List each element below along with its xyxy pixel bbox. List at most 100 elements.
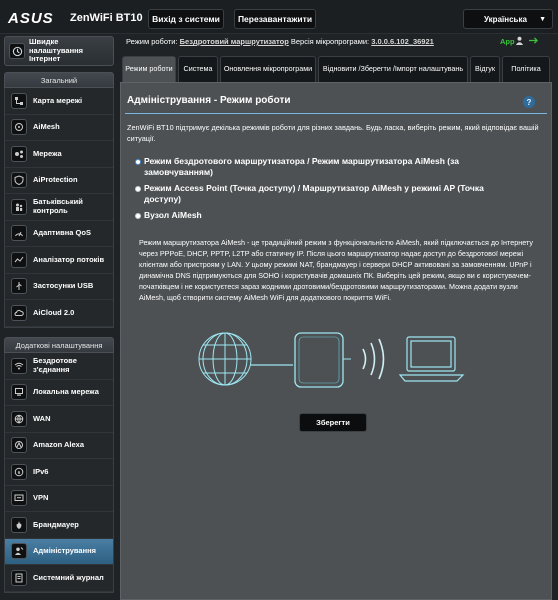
sidebar-item-system-log[interactable]: Системний журнал (5, 565, 113, 592)
quick-setup-label: Швидке налаштування Інтернет (29, 37, 84, 64)
language-value: Українська (484, 14, 527, 24)
sidebar-item-label: Карта мережі (33, 95, 83, 105)
radio-button[interactable] (135, 185, 141, 192)
advanced-nav: Бездротове з'єднання Локальна мережа WAN… (4, 353, 114, 593)
svg-text:6: 6 (18, 470, 21, 475)
top-bar: ASUS ZenWiFi BT10 Вихід з системи Переза… (0, 0, 558, 34)
main-panel: Адміністрування - Режим роботи ? ZenWiFi… (120, 82, 552, 600)
wireless-icon (11, 357, 27, 374)
model-name: ZenWiFi BT10 (70, 12, 143, 24)
sidebar-item-label: Бездротове з'єднання (33, 356, 77, 374)
aimesh-icon (11, 119, 27, 136)
sidebar-item-wireless[interactable]: Бездротове з'єднання (5, 353, 113, 380)
tab-system[interactable]: Система (178, 56, 218, 82)
sidebar-item-parental-control[interactable]: Батьківський контроль (5, 194, 113, 221)
sidebar-item-label: AiMesh (33, 122, 60, 131)
firmware-label: Версія мікропрограми: (290, 37, 370, 46)
tab-feedback[interactable]: Відгук (470, 56, 500, 82)
alexa-icon (11, 437, 27, 454)
aiprotection-icon (11, 172, 27, 189)
chevron-down-icon: ▼ (539, 15, 546, 23)
apply-button[interactable]: Зберегти (299, 413, 367, 432)
aicloud-icon (11, 304, 27, 321)
sidebar-item-usb[interactable]: Застосунки USB (5, 274, 113, 300)
sidebar-item-administration[interactable]: Адміністрування (5, 538, 113, 565)
help-icon[interactable]: ? (523, 96, 535, 108)
sidebar: Швидке налаштування Інтернет Загальний К… (0, 34, 120, 600)
sidebar-item-vpn[interactable]: VPN (5, 486, 113, 512)
mode-link[interactable]: Бездротовий маршрутизатор (180, 37, 289, 46)
logout-button[interactable]: Вихід з системи (148, 9, 224, 29)
sidebar-item-ipv6[interactable]: 6 IPv6 (5, 459, 113, 486)
firmware-link[interactable]: 3.0.0.6.102_36921 (371, 37, 434, 46)
tab-firmware-upgrade[interactable]: Оновлення мікропрограми (220, 56, 316, 82)
sidebar-item-label: Amazon Alexa (33, 440, 84, 449)
tab-operation-mode[interactable]: Режим роботи (122, 56, 176, 82)
tab-restore-save-upload[interactable]: Відновити /Зберегти /Імпорт налаштувань (318, 56, 468, 82)
app-label[interactable]: App (500, 37, 515, 46)
page-title: Адміністрування - Режим роботи (127, 95, 291, 106)
language-select[interactable]: Українська ▼ (463, 9, 553, 29)
mode-illustration (198, 332, 465, 388)
router-icon (294, 332, 344, 388)
mode-label: Режим роботи: (126, 37, 178, 46)
traffic-analyzer-icon (11, 251, 27, 268)
wifi-waves-icon (362, 338, 385, 380)
sidebar-item-network-map[interactable]: Карта мережі (5, 88, 113, 115)
parental-control-icon (11, 198, 27, 215)
reboot-button[interactable]: Перезавантажити (234, 9, 316, 29)
sidebar-item-aicloud[interactable]: AiCloud 2.0 (5, 300, 113, 327)
sidebar-item-aiprotection[interactable]: AiProtection (5, 168, 113, 194)
vpn-icon (11, 490, 27, 507)
network-map-icon (11, 92, 27, 109)
tab-policy[interactable]: Політика (502, 56, 550, 82)
system-log-icon (11, 569, 27, 586)
general-nav: Карта мережі AiMesh Мережа AiProtection … (4, 88, 114, 328)
firewall-icon (11, 516, 27, 533)
user-icon[interactable] (515, 36, 524, 47)
sidebar-item-lan[interactable]: Локальна мережа (5, 380, 113, 406)
sidebar-item-firewall[interactable]: Брандмауер (5, 512, 113, 539)
sidebar-item-alexa[interactable]: Amazon Alexa (5, 433, 113, 459)
mode-option-label: Режим Access Point (Точка доступу) / Мар… (144, 183, 484, 204)
usb-status-icon[interactable] (528, 36, 539, 47)
sidebar-item-traffic-analyzer[interactable]: Аналізатор потоків (5, 247, 113, 274)
radio-button-selected[interactable] (135, 158, 141, 165)
mode-option-router[interactable]: Режим бездротового маршрутизатора / Режи… (135, 156, 515, 178)
mode-option-label: Вузол AiMesh (144, 210, 202, 220)
mode-description: Режим маршрутизатора AiMesh - це традиці… (139, 238, 533, 302)
sidebar-item-label: Локальна мережа (33, 387, 99, 396)
laptop-icon (398, 336, 465, 382)
sidebar-item-label: AiProtection (33, 175, 78, 184)
general-section-header: Загальний (4, 72, 114, 88)
usb-icon (11, 278, 27, 295)
sidebar-item-label: VPN (33, 493, 49, 502)
sidebar-item-label: AiCloud 2.0 (33, 307, 75, 317)
sidebar-item-aimesh[interactable]: AiMesh (5, 115, 113, 141)
quick-setup-icon (9, 43, 25, 59)
sidebar-item-label: WAN (33, 413, 51, 423)
lan-icon (11, 384, 27, 401)
sidebar-item-label: Брандмауер (33, 519, 79, 529)
page-description: ZenWiFi BT10 підтримує декілька режимів … (127, 123, 539, 143)
ipv6-icon: 6 (11, 463, 27, 480)
sidebar-item-label: Адміністрування (33, 546, 97, 555)
sidebar-item-label: Мережа (33, 148, 62, 158)
radio-button[interactable] (135, 212, 141, 219)
sidebar-item-label: Застосунки USB (33, 281, 94, 290)
qos-icon (11, 225, 27, 242)
administration-icon (11, 543, 27, 560)
quick-internet-setup[interactable]: Швидке налаштування Інтернет (4, 36, 114, 66)
sidebar-item-label: IPv6 (33, 466, 49, 476)
sidebar-item-label: Аналізатор потоків (33, 254, 105, 264)
sidebar-item-network[interactable]: Мережа (5, 141, 113, 168)
mode-option-aimesh-node[interactable]: Вузол AiMesh (135, 210, 515, 221)
sidebar-item-qos[interactable]: Адаптивна QoS (5, 221, 113, 247)
sidebar-item-label: Системний журнал (33, 572, 104, 582)
advanced-section-header: Додаткові налаштування (4, 337, 114, 353)
sidebar-item-wan[interactable]: WAN (5, 406, 113, 433)
mode-option-label: Режим бездротового маршрутизатора / Режи… (144, 156, 459, 177)
network-icon (11, 145, 27, 162)
status-line: Режим роботи: Бездротовий маршрутизатор … (126, 36, 556, 51)
mode-option-access-point[interactable]: Режим Access Point (Точка доступу) / Мар… (135, 183, 515, 205)
